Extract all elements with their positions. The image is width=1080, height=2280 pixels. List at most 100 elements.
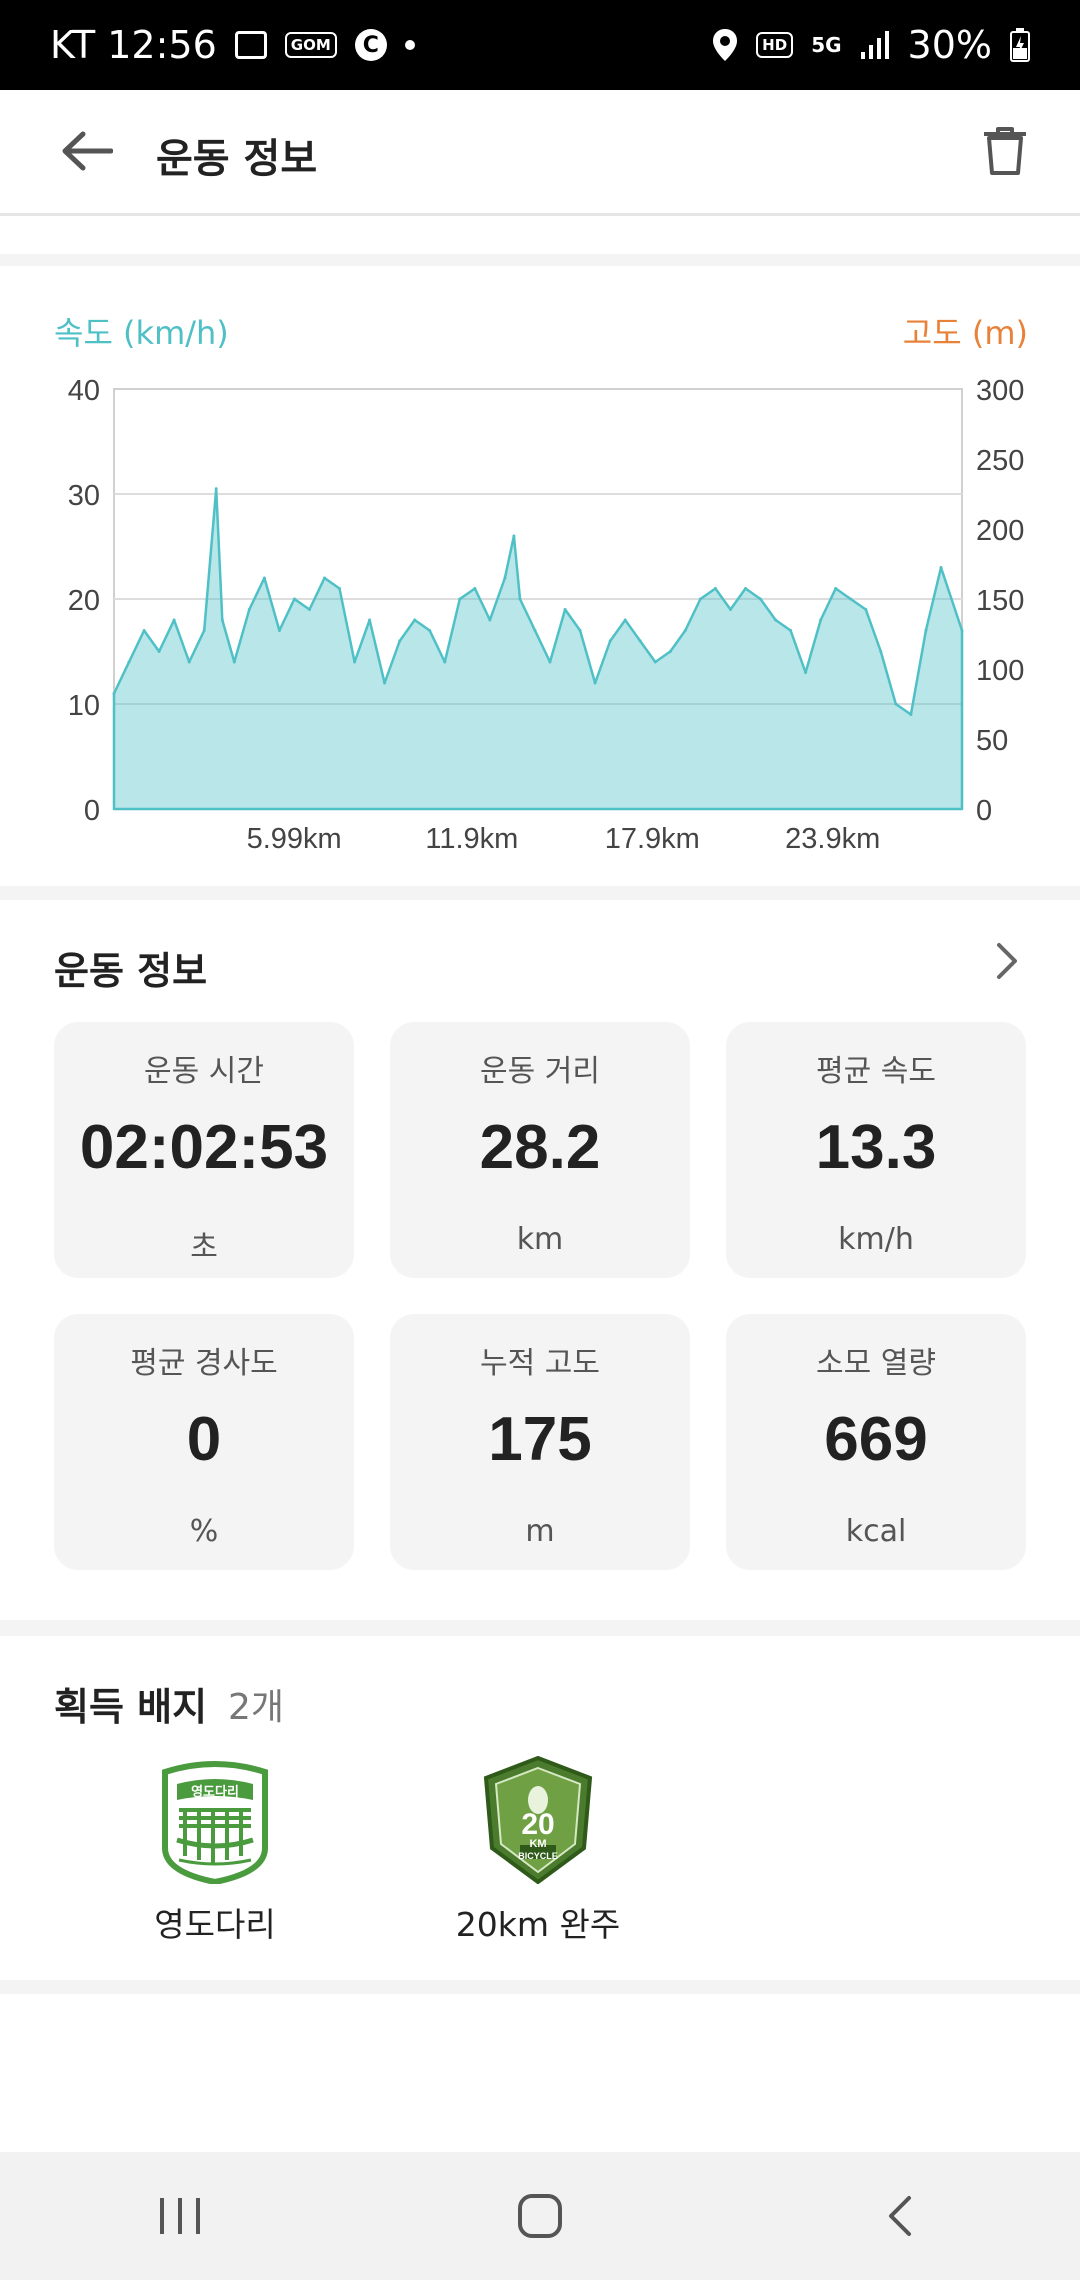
y2-tick-label: 100 — [976, 655, 1024, 687]
speed-point — [187, 660, 191, 664]
stat-value: 669 — [824, 1405, 928, 1474]
speed-chart: 0 10 20 30 40 0 50 100 150 200 250 300 5.99km 11.9km 1… — [68, 375, 1025, 855]
carrier-time: KT 12:56 — [50, 23, 217, 67]
battery-percent: 30% — [907, 23, 992, 67]
speed-point — [563, 608, 567, 611]
c-icon: C — [354, 29, 387, 61]
signal-icon — [860, 30, 890, 60]
section-divider — [0, 1620, 1080, 1636]
speed-point — [214, 487, 218, 491]
speed-point — [789, 629, 793, 632]
stat-card-elevation-gain: 누적 고도 175 m — [390, 1314, 690, 1570]
speed-point — [668, 650, 672, 653]
speed-point — [834, 587, 838, 590]
speed-area — [112, 487, 964, 811]
stat-unit: 초 — [190, 1230, 218, 1265]
speed-point — [488, 618, 492, 622]
page-title: 운동 정보 — [156, 136, 318, 182]
x-tick-label: 11.9km — [425, 823, 518, 855]
speed-point — [548, 660, 552, 664]
speed-point — [512, 534, 516, 538]
speed-point — [413, 618, 417, 622]
speed-point — [638, 639, 642, 643]
badge-item[interactable]: 영도다리 영도다리 — [105, 1756, 325, 1946]
stat-value: 175 — [488, 1405, 592, 1474]
speed-point — [458, 597, 462, 601]
home-icon — [518, 2194, 562, 2238]
y-tick-label: 0 — [84, 795, 100, 827]
speed-point — [744, 587, 747, 590]
speed-point — [578, 629, 582, 632]
location-icon — [712, 28, 738, 62]
speed-point — [518, 597, 522, 601]
home-button[interactable] — [480, 2166, 600, 2266]
badge-label: 영도다리 — [154, 1905, 276, 1944]
stat-card-avg-speed: 평균 속도 13.3 km/h — [726, 1022, 1026, 1278]
workout-info-header: 운동 정보 — [54, 949, 208, 993]
speed-point — [623, 618, 627, 622]
speed-point — [323, 576, 326, 580]
speed-point — [443, 660, 447, 664]
system-nav-bar — [0, 2152, 1080, 2280]
speed-point — [262, 576, 266, 580]
badge-label: 20km 완주 — [455, 1905, 621, 1944]
speed-point — [819, 618, 823, 622]
stat-unit: m — [525, 1514, 555, 1549]
y2-tick-label: 300 — [976, 375, 1024, 407]
y-tick-label: 20 — [68, 585, 100, 617]
y-tick-label: 40 — [68, 375, 100, 407]
y-tick-label: 30 — [68, 480, 100, 512]
speed-point — [220, 618, 224, 622]
back-icon — [889, 2196, 911, 2236]
stat-unit: % — [189, 1514, 219, 1549]
speed-point — [593, 681, 597, 685]
speed-point — [127, 660, 131, 664]
y2-tick-label: 200 — [976, 515, 1024, 547]
stat-label: 누적 고도 — [480, 1346, 600, 1381]
trash-icon — [984, 127, 1026, 175]
speed-point — [849, 597, 853, 601]
badge-item[interactable]: 20 KM BICYCLE 20km 완주 — [428, 1755, 648, 1946]
stat-card-avg-grade: 평균 경사도 0 % — [54, 1314, 354, 1570]
recent-apps-icon — [160, 2198, 200, 2234]
image-icon — [234, 31, 267, 59]
svg-text:BICYCLE: BICYCLE — [518, 1851, 558, 1861]
speed-point — [503, 576, 507, 580]
speed-point — [142, 629, 146, 632]
workout-info-section: 운동 정보 운동 시간 02:02:53 초 운동 거리 28.2 km 평균 … — [0, 900, 1080, 1620]
stat-unit: kcal — [845, 1514, 907, 1549]
speed-point — [729, 608, 732, 611]
section-divider — [0, 886, 1080, 900]
x-tick-label: 5.99km — [247, 823, 342, 855]
speed-point — [398, 639, 402, 643]
recent-apps-button[interactable] — [120, 2166, 240, 2266]
stat-value: 28.2 — [479, 1113, 601, 1182]
speed-point — [353, 660, 357, 664]
app-bar: 운동 정보 — [0, 90, 1080, 216]
y2-tick-label: 0 — [976, 795, 992, 827]
stat-unit: km/h — [838, 1222, 914, 1257]
speed-point — [277, 629, 281, 632]
speed-point — [338, 587, 341, 590]
stat-label: 평균 경사도 — [130, 1346, 278, 1381]
speed-point — [157, 650, 161, 653]
stat-unit: km — [516, 1222, 564, 1257]
back-button[interactable] — [52, 116, 122, 186]
svg-text:영도다리: 영도다리 — [191, 1784, 239, 1800]
speed-point — [247, 608, 251, 611]
chevron-right-icon — [997, 943, 1017, 979]
delete-button[interactable] — [970, 116, 1040, 186]
badge-section: 획득 배지 2개 영도다리 영도다리 20 KM BICYCLE 20km 완주 — [0, 1636, 1080, 1980]
speed-point — [383, 681, 387, 685]
stat-card-calories: 소모 열량 669 kcal — [726, 1314, 1026, 1570]
stat-label: 소모 열량 — [816, 1346, 936, 1381]
nav-back-button[interactable] — [840, 2166, 960, 2266]
5g-icon: 5G — [811, 33, 842, 57]
badge-count: 2개 — [228, 1687, 285, 1728]
y2-tick-label: 250 — [976, 445, 1024, 477]
speed-point — [924, 629, 928, 632]
arrow-left-icon — [62, 131, 113, 171]
workout-info-more-button[interactable] — [982, 936, 1032, 986]
y2-tick-label: 50 — [976, 725, 1008, 757]
stat-label: 운동 거리 — [480, 1054, 600, 1089]
